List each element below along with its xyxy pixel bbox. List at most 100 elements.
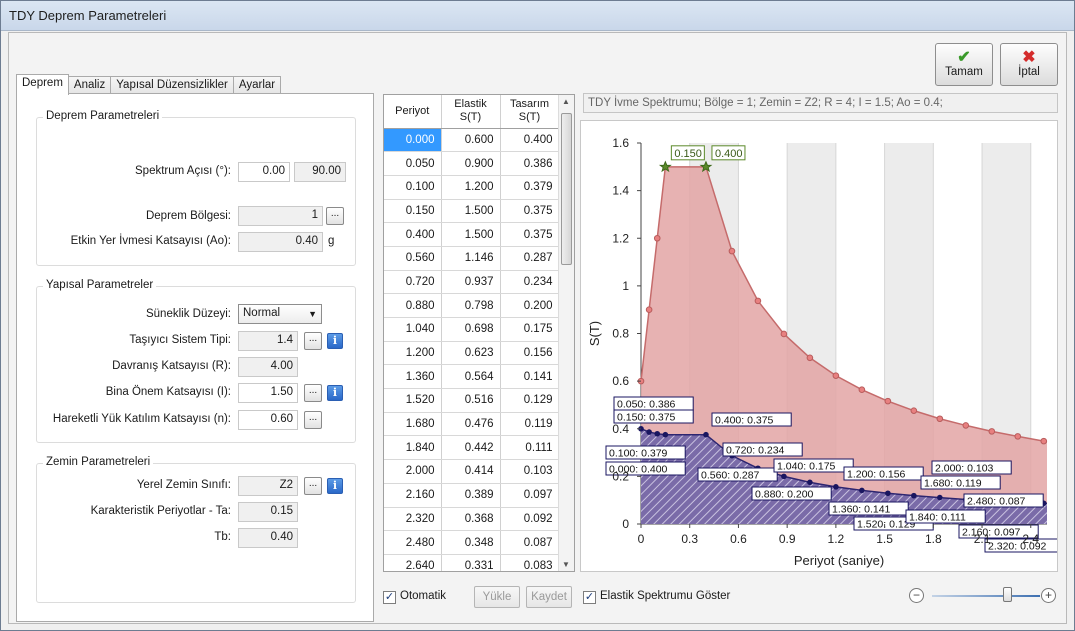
cell-period[interactable]: 1.200 — [384, 341, 442, 366]
table-row[interactable]: 0.560 1.146 0.287 — [384, 246, 560, 271]
table-row[interactable]: 2.160 0.389 0.097 — [384, 483, 560, 508]
table-row[interactable]: 2.640 0.331 0.083 — [384, 554, 560, 571]
cell-period[interactable]: 0.400 — [384, 222, 442, 247]
cell-elastic[interactable]: 0.442 — [441, 435, 501, 461]
cell-period[interactable]: 0.050 — [384, 151, 442, 176]
cell-design[interactable]: 0.141 — [500, 364, 560, 390]
cell-period[interactable]: 1.840 — [384, 435, 442, 461]
importance-field[interactable]: 1.50 — [238, 383, 298, 403]
cell-design[interactable]: 0.375 — [500, 199, 560, 224]
cell-period[interactable]: 0.560 — [384, 246, 442, 271]
cell-period[interactable]: 0.100 — [384, 175, 442, 200]
spectrum-angle-input-1[interactable]: 0.00 — [238, 162, 290, 182]
scroll-down-icon[interactable]: ▼ — [562, 560, 570, 569]
ao-field[interactable]: 0.40 — [238, 232, 323, 252]
zoom-slider-thumb[interactable] — [1003, 587, 1012, 602]
cell-design[interactable]: 0.156 — [500, 341, 560, 366]
live-load-field[interactable]: 0.60 — [238, 410, 298, 430]
column-header-period[interactable]: Periyot — [384, 95, 442, 129]
spectrum-angle-input-2[interactable]: 90.00 — [294, 162, 346, 182]
cell-design[interactable]: 0.375 — [500, 222, 560, 247]
cell-design[interactable]: 0.119 — [500, 412, 560, 437]
table-row[interactable]: 1.840 0.442 0.111 — [384, 435, 560, 461]
cell-period[interactable]: 2.320 — [384, 507, 442, 532]
cell-period[interactable]: 1.040 — [384, 317, 442, 342]
column-header-elastic[interactable]: Elastik S(T) — [441, 95, 501, 129]
cell-period[interactable]: 0.880 — [384, 293, 442, 318]
cell-period[interactable]: 2.000 — [384, 459, 442, 484]
cell-elastic[interactable]: 1.500 — [441, 222, 501, 247]
cell-period[interactable]: 1.520 — [384, 388, 442, 413]
cell-elastic[interactable]: 0.389 — [441, 483, 501, 508]
cell-elastic[interactable]: 0.331 — [441, 554, 501, 571]
tab-deprem[interactable]: Deprem — [16, 74, 69, 95]
cell-elastic[interactable]: 0.798 — [441, 293, 501, 318]
info-icon[interactable]: i — [327, 478, 343, 494]
ok-button[interactable]: ✔ Tamam — [935, 43, 993, 86]
column-header-design[interactable]: Tasarım S(T) — [500, 95, 560, 129]
table-row[interactable]: 1.200 0.623 0.156 — [384, 341, 560, 366]
table-row[interactable]: 2.320 0.368 0.092 — [384, 507, 560, 532]
cell-design[interactable]: 0.083 — [500, 554, 560, 571]
cell-period[interactable]: 2.160 — [384, 483, 442, 508]
system-type-field[interactable]: 1.4 — [238, 331, 298, 351]
table-row[interactable]: 1.680 0.476 0.119 — [384, 412, 560, 437]
table-row[interactable]: 0.150 1.500 0.375 — [384, 199, 560, 224]
cell-design[interactable]: 0.200 — [500, 293, 560, 318]
cell-period[interactable]: 0.150 — [384, 199, 442, 224]
cell-elastic[interactable]: 0.937 — [441, 270, 501, 295]
cell-period[interactable]: 0.000 — [384, 128, 442, 153]
importance-browse-button[interactable]: ... — [304, 384, 322, 402]
cell-elastic[interactable]: 0.414 — [441, 459, 501, 484]
zone-browse-button[interactable]: ... — [326, 207, 344, 225]
save-button[interactable]: Kaydet — [526, 586, 572, 608]
table-row[interactable]: 2.480 0.348 0.087 — [384, 530, 560, 555]
cell-design[interactable]: 0.379 — [500, 175, 560, 200]
cell-design[interactable]: 0.103 — [500, 459, 560, 484]
cell-design[interactable]: 0.097 — [500, 483, 560, 508]
cell-elastic[interactable]: 1.146 — [441, 246, 501, 271]
cell-design[interactable]: 0.175 — [500, 317, 560, 342]
cell-elastic[interactable]: 1.500 — [441, 199, 501, 224]
show-elastic-checkbox[interactable]: ✓ — [583, 591, 596, 604]
table-row[interactable]: 1.360 0.564 0.141 — [384, 364, 560, 390]
cell-elastic[interactable]: 0.600 — [441, 128, 501, 153]
cancel-button[interactable]: ✖ İptal — [1000, 43, 1058, 86]
zoom-in-icon[interactable]: + — [1041, 588, 1056, 603]
soil-class-browse-button[interactable]: ... — [304, 477, 322, 495]
auto-checkbox[interactable]: ✓ — [383, 591, 396, 604]
cell-design[interactable]: 0.386 — [500, 151, 560, 176]
cell-elastic[interactable]: 0.348 — [441, 530, 501, 555]
cell-period[interactable]: 0.720 — [384, 270, 442, 295]
cell-elastic[interactable]: 0.564 — [441, 364, 501, 390]
info-icon[interactable]: i — [327, 333, 343, 349]
ductility-select[interactable]: Normal ▼ — [238, 304, 322, 324]
cell-elastic[interactable]: 1.200 — [441, 175, 501, 200]
system-type-browse-button[interactable]: ... — [304, 332, 322, 350]
soil-class-field[interactable]: Z2 — [238, 476, 298, 496]
zoom-slider-track[interactable] — [932, 595, 1040, 597]
cell-design[interactable]: 0.111 — [500, 435, 560, 461]
zoom-out-icon[interactable]: − — [909, 588, 924, 603]
table-row[interactable]: 0.000 0.600 0.400 — [384, 128, 560, 153]
cell-elastic[interactable]: 0.900 — [441, 151, 501, 176]
cell-design[interactable]: 0.287 — [500, 246, 560, 271]
cell-design[interactable]: 0.234 — [500, 270, 560, 295]
cell-period[interactable]: 1.360 — [384, 364, 442, 390]
cell-design[interactable]: 0.400 — [500, 128, 560, 153]
table-row[interactable]: 1.520 0.516 0.129 — [384, 388, 560, 413]
cell-design[interactable]: 0.129 — [500, 388, 560, 413]
cell-elastic[interactable]: 0.698 — [441, 317, 501, 342]
cell-period[interactable]: 1.680 — [384, 412, 442, 437]
table-row[interactable]: 0.880 0.798 0.200 — [384, 293, 560, 318]
scrollbar-thumb[interactable] — [561, 113, 572, 265]
table-row[interactable]: 0.100 1.200 0.379 — [384, 175, 560, 200]
cell-design[interactable]: 0.092 — [500, 507, 560, 532]
live-load-browse-button[interactable]: ... — [304, 411, 322, 429]
cell-period[interactable]: 2.480 — [384, 530, 442, 555]
info-icon[interactable]: i — [327, 385, 343, 401]
scroll-up-icon[interactable]: ▲ — [562, 97, 570, 106]
load-button[interactable]: Yükle — [474, 586, 520, 608]
spectrum-table[interactable]: Periyot Elastik S(T) Tasarım S(T) 0.000 0… — [383, 94, 575, 572]
table-row[interactable]: 0.720 0.937 0.234 — [384, 270, 560, 295]
